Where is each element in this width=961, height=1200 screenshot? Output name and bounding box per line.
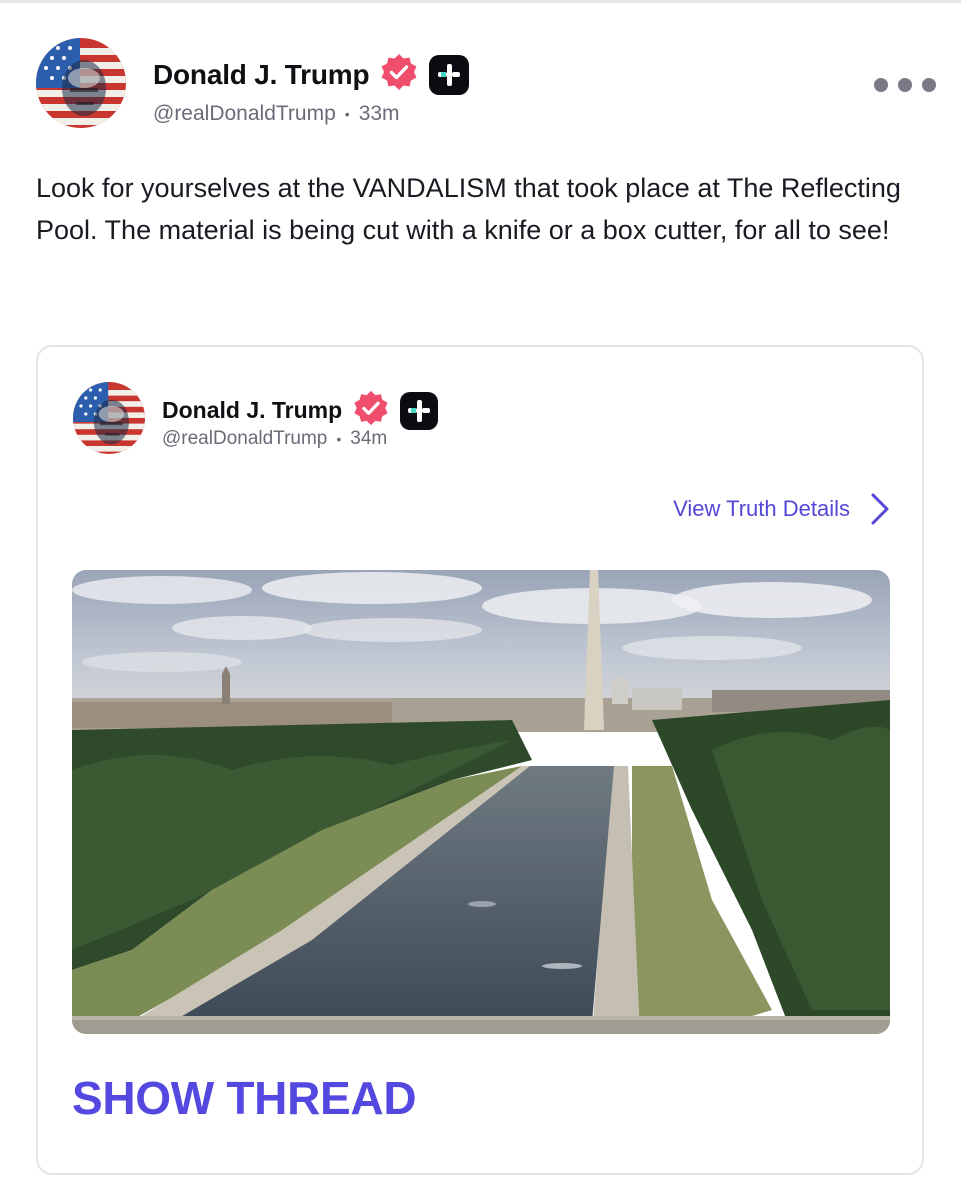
quoted-author-handle[interactable]: @realDonaldTrump bbox=[162, 428, 327, 450]
show-thread-button[interactable]: SHOW THREAD bbox=[72, 1071, 417, 1125]
reflecting-pool-photo bbox=[72, 570, 890, 1034]
more-dot-icon bbox=[922, 78, 936, 92]
truth-plus-icon bbox=[429, 54, 470, 95]
post-header: Donald J. Trump @realDonaldTrump • 33m bbox=[36, 38, 936, 130]
more-dot-icon bbox=[874, 78, 888, 92]
post-timestamp[interactable]: 33m bbox=[359, 102, 400, 126]
verified-badge-icon bbox=[379, 52, 419, 97]
post-media-image[interactable] bbox=[72, 570, 890, 1034]
quoted-author-meta-row: @realDonaldTrump • 34m bbox=[162, 428, 387, 450]
verified-badge-icon bbox=[352, 389, 390, 432]
flag-portrait-avatar-icon bbox=[36, 38, 126, 128]
author-name-row: Donald J. Trump bbox=[153, 52, 470, 97]
more-dot-icon bbox=[898, 78, 912, 92]
author-handle[interactable]: @realDonaldTrump bbox=[153, 102, 336, 126]
quoted-post-card[interactable]: Donald J. Trump @realDonaldTrump • 34m V… bbox=[36, 345, 924, 1175]
meta-separator: • bbox=[344, 106, 350, 122]
view-truth-details-link[interactable]: View Truth Details bbox=[673, 492, 890, 526]
flag-portrait-avatar-icon bbox=[73, 382, 145, 454]
meta-separator: • bbox=[336, 431, 342, 447]
quoted-author-name-row: Donald J. Trump bbox=[162, 389, 439, 432]
post-body-text: Look for yourselves at the VANDALISM tha… bbox=[36, 173, 901, 245]
truth-plus-icon bbox=[400, 391, 439, 430]
author-meta-row: @realDonaldTrump • 33m bbox=[153, 102, 400, 126]
view-truth-details-label: View Truth Details bbox=[673, 496, 850, 521]
chevron-right-icon bbox=[871, 493, 889, 525]
quoted-author-avatar[interactable] bbox=[73, 382, 145, 454]
quoted-post-timestamp[interactable]: 34m bbox=[350, 428, 387, 450]
more-options-button[interactable] bbox=[874, 74, 936, 96]
author-display-name[interactable]: Donald J. Trump bbox=[153, 59, 370, 91]
quoted-author-display-name[interactable]: Donald J. Trump bbox=[162, 397, 342, 424]
top-divider bbox=[0, 0, 961, 3]
author-avatar[interactable] bbox=[36, 38, 126, 128]
